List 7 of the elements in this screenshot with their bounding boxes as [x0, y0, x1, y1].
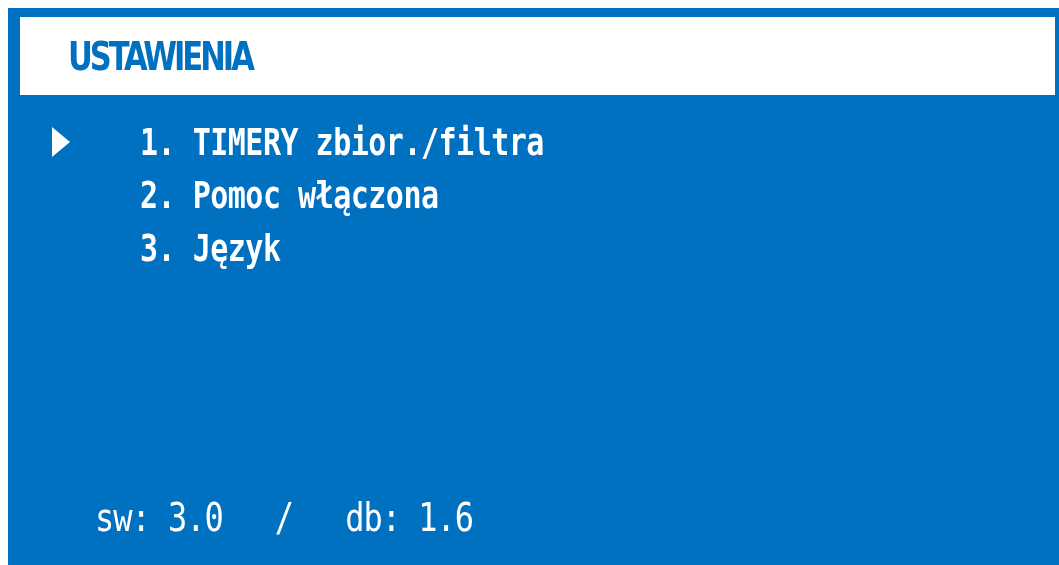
separator: /	[274, 495, 294, 541]
screen-title: USTAWIENIA	[68, 33, 252, 79]
software-version: sw: 3.0	[95, 495, 223, 541]
menu-item[interactable]: 1. TIMERY zbior./filtra	[140, 119, 544, 164]
menu-item[interactable]: 3. Język	[140, 225, 281, 270]
board-version: db: 1.6	[345, 495, 473, 541]
menu-item[interactable]: 2. Pomoc włączona	[140, 172, 439, 217]
